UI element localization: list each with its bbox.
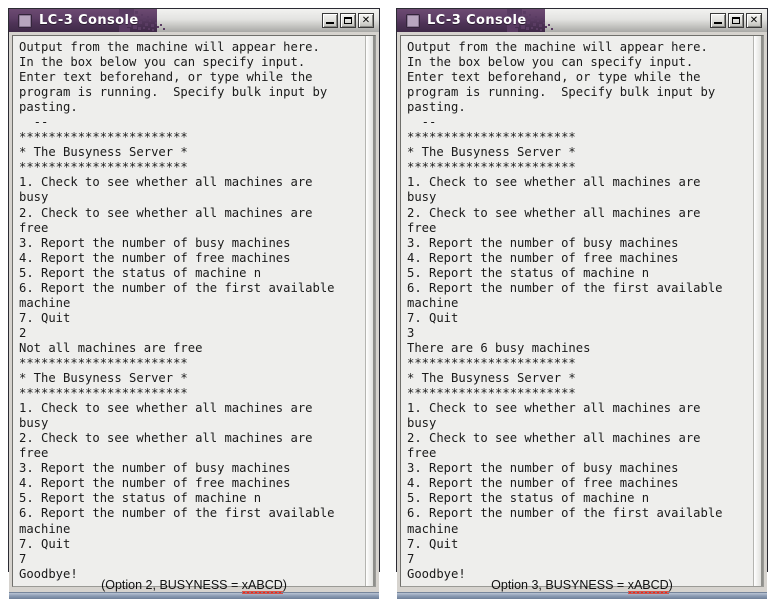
close-button[interactable]: ✕ xyxy=(746,13,762,28)
maximize-button[interactable] xyxy=(728,13,744,28)
lc3-console-window-left[interactable]: LC-3 Console ✕ Output from the machine w… xyxy=(8,8,380,599)
caption-right-prefix: Option 3, BUSYNESS = xyxy=(491,578,628,592)
title-bar[interactable]: LC-3 Console ✕ xyxy=(397,9,767,32)
minimize-button[interactable] xyxy=(322,13,338,28)
app-square-icon xyxy=(406,13,420,28)
close-icon: ✕ xyxy=(749,14,759,26)
screenshot-stage: LC-3 Console ✕ Output from the machine w… xyxy=(0,0,770,601)
caption-left: (Option 2, BUSYNESS = xABCD) xyxy=(8,578,380,594)
window-controls: ✕ xyxy=(710,13,762,28)
console-sunken-border: Output from the machine will appear here… xyxy=(12,35,376,587)
caption-right-misspelled-word: xABCD xyxy=(627,578,669,592)
minimize-icon xyxy=(326,22,334,24)
minimize-icon xyxy=(714,22,722,24)
console-output-text[interactable]: Output from the machine will appear here… xyxy=(401,36,753,586)
lc3-console-window-right[interactable]: LC-3 Console ✕ Output from the machine w… xyxy=(396,8,768,599)
window-controls: ✕ xyxy=(322,13,374,28)
console-scrollbar[interactable] xyxy=(365,36,375,586)
window-title: LC-3 Console xyxy=(427,13,527,28)
maximize-icon xyxy=(732,17,740,24)
close-icon: ✕ xyxy=(361,14,371,26)
close-button[interactable]: ✕ xyxy=(358,13,374,28)
caption-left-prefix: (Option 2, BUSYNESS = xyxy=(101,578,242,592)
caption-left-suffix: ) xyxy=(282,578,287,592)
console-area: Output from the machine will appear here… xyxy=(397,32,767,592)
app-square-icon xyxy=(18,13,32,28)
minimize-button[interactable] xyxy=(710,13,726,28)
window-frame: LC-3 Console ✕ Output from the machine w… xyxy=(8,8,380,599)
window-frame: LC-3 Console ✕ Output from the machine w… xyxy=(396,8,768,599)
console-output-text[interactable]: Output from the machine will appear here… xyxy=(13,36,365,586)
maximize-icon xyxy=(344,17,352,24)
console-area: Output from the machine will appear here… xyxy=(9,32,379,592)
console-sunken-border: Output from the machine will appear here… xyxy=(400,35,764,587)
console-scrollbar[interactable] xyxy=(753,36,763,586)
window-title: LC-3 Console xyxy=(39,13,139,28)
caption-left-misspelled-word: xABCD xyxy=(241,578,283,592)
maximize-button[interactable] xyxy=(340,13,356,28)
caption-right: Option 3, BUSYNESS = xABCD) xyxy=(396,578,768,594)
title-bar[interactable]: LC-3 Console ✕ xyxy=(9,9,379,32)
caption-right-suffix: ) xyxy=(668,578,673,592)
